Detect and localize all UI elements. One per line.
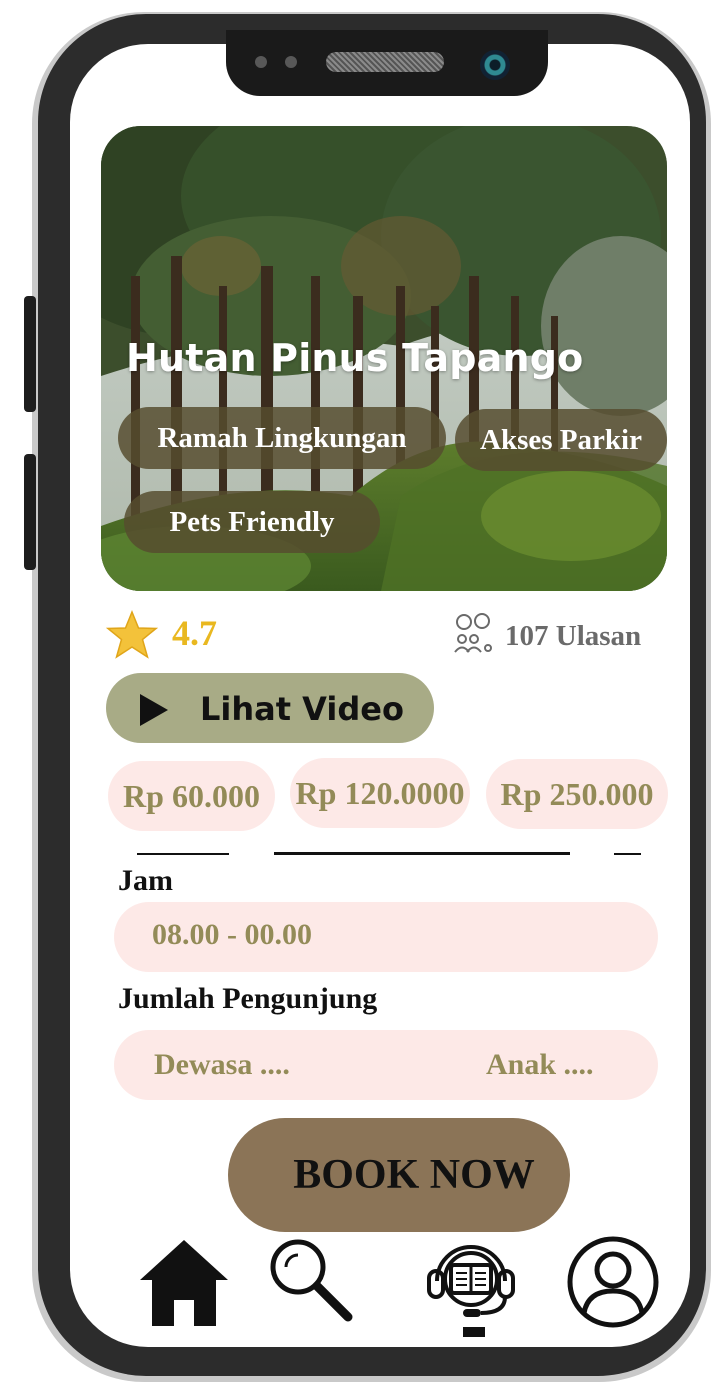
price-option[interactable]: Rp 250.000 xyxy=(486,759,668,829)
selected-price-indicator xyxy=(274,852,570,855)
sensor-dot xyxy=(285,56,297,68)
hours-label: Jam xyxy=(118,864,173,897)
place-title: Hutan Pinus Tapango xyxy=(126,336,584,380)
tag-label: Akses Parkir xyxy=(480,423,642,456)
hours-value: 08.00 - 00.00 xyxy=(152,918,312,951)
tag-label: Pets Friendly xyxy=(169,505,335,538)
price-label: Rp 60.000 xyxy=(123,777,260,814)
earpiece-speaker xyxy=(326,52,444,72)
tag-label: Ramah Lingkungan xyxy=(157,421,407,454)
reviews-count[interactable]: 107 Ulasan xyxy=(505,620,641,653)
price-option[interactable]: Rp 120.0000 xyxy=(290,758,470,828)
price-label: Rp 250.000 xyxy=(500,775,654,812)
divider-line xyxy=(614,853,641,855)
front-camera xyxy=(480,50,510,80)
price-option[interactable]: Rp 60.000 xyxy=(108,761,275,831)
star-icon xyxy=(106,610,158,659)
volume-down-button xyxy=(24,454,36,570)
book-now-button[interactable]: BOOK NOW xyxy=(228,1118,570,1232)
adult-count-input[interactable]: Dewasa .... xyxy=(154,1048,290,1082)
price-label: Rp 120.0000 xyxy=(295,774,465,811)
divider-line xyxy=(137,853,229,855)
play-icon xyxy=(140,694,168,726)
sensor-dot xyxy=(255,56,267,68)
reviews-icon xyxy=(454,613,492,653)
user-profile-icon[interactable] xyxy=(566,1235,660,1329)
tag-chip: Ramah Lingkungan xyxy=(118,407,446,469)
visitors-label: Jumlah Pengunjung xyxy=(118,982,378,1015)
home-icon[interactable] xyxy=(138,1238,230,1328)
book-support-icon[interactable] xyxy=(423,1237,519,1341)
search-icon[interactable] xyxy=(268,1237,356,1323)
tag-chip: Pets Friendly xyxy=(124,491,380,553)
rating-value: 4.7 xyxy=(172,613,217,653)
watch-video-label: Lihat Video xyxy=(200,690,404,728)
tag-chip: Akses Parkir xyxy=(455,409,667,471)
volume-up-button xyxy=(24,296,36,412)
child-count-input[interactable]: Anak .... xyxy=(486,1048,594,1082)
